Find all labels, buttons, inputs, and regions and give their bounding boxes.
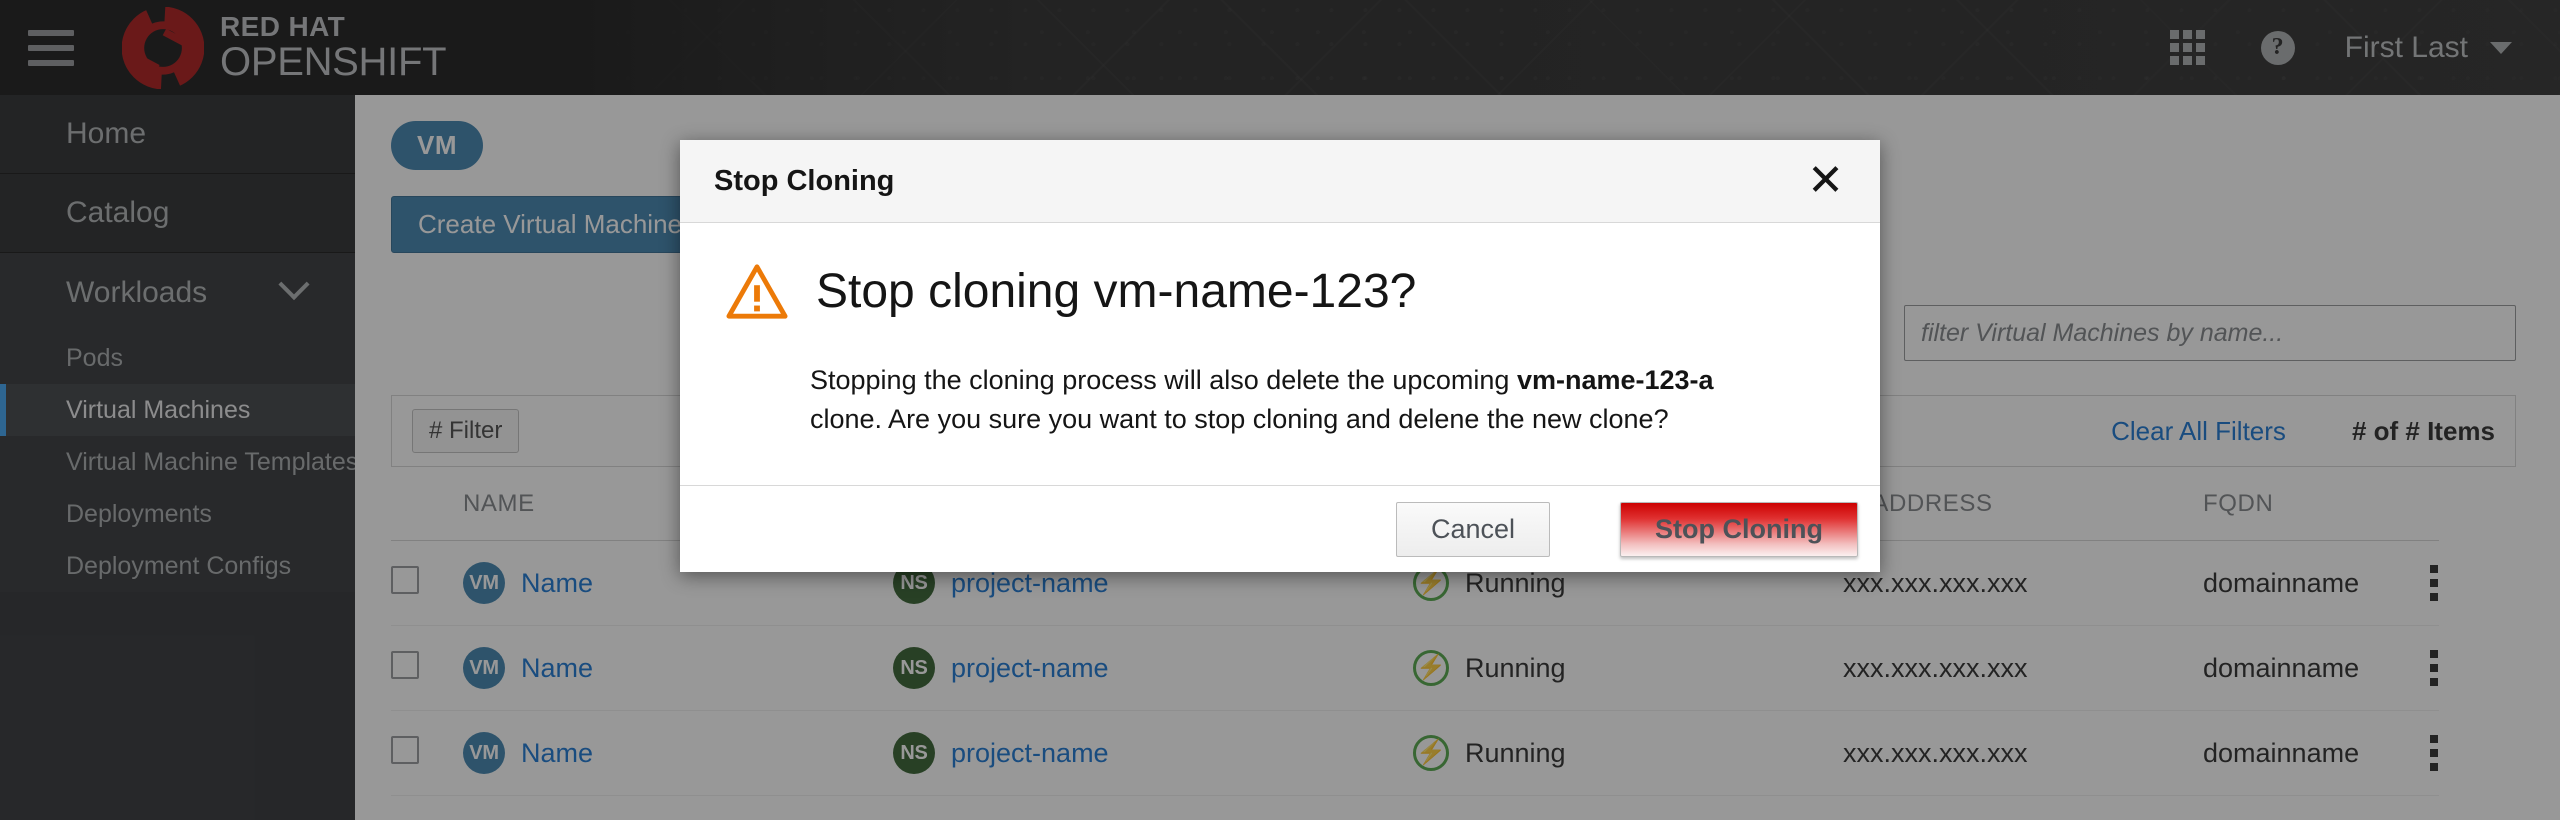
modal-body: Stop cloning vm-name-123? Stopping the c… xyxy=(680,223,1880,487)
modal-body-text: Stopping the cloning process will also d… xyxy=(714,361,1714,439)
modal-header: Stop Cloning ✕ xyxy=(680,140,1880,223)
warning-triangle-icon xyxy=(726,264,788,319)
modal-text-clone-name: vm-name-123-a xyxy=(1516,365,1714,395)
modal-text-part2: clone. Are you sure you want to stop clo… xyxy=(810,404,1669,435)
modal-text-part1: Stopping the cloning process will also d… xyxy=(810,365,1517,395)
stop-cloning-modal: Stop Cloning ✕ Stop cloning vm-name-123?… xyxy=(680,140,1880,573)
modal-heading-row: Stop cloning vm-name-123? xyxy=(714,263,1846,321)
stop-cloning-button[interactable]: Stop Cloning xyxy=(1620,501,1858,557)
modal-footer: Cancel Stop Cloning xyxy=(680,486,1880,572)
modal-heading: Stop cloning vm-name-123? xyxy=(816,264,1417,318)
cancel-button[interactable]: Cancel xyxy=(1395,501,1551,557)
modal-title: Stop Cloning xyxy=(714,164,895,197)
openshift-console: RED HAT OPENSHIFT ? First Last Home xyxy=(0,0,2560,820)
close-icon[interactable]: ✕ xyxy=(1801,159,1850,203)
